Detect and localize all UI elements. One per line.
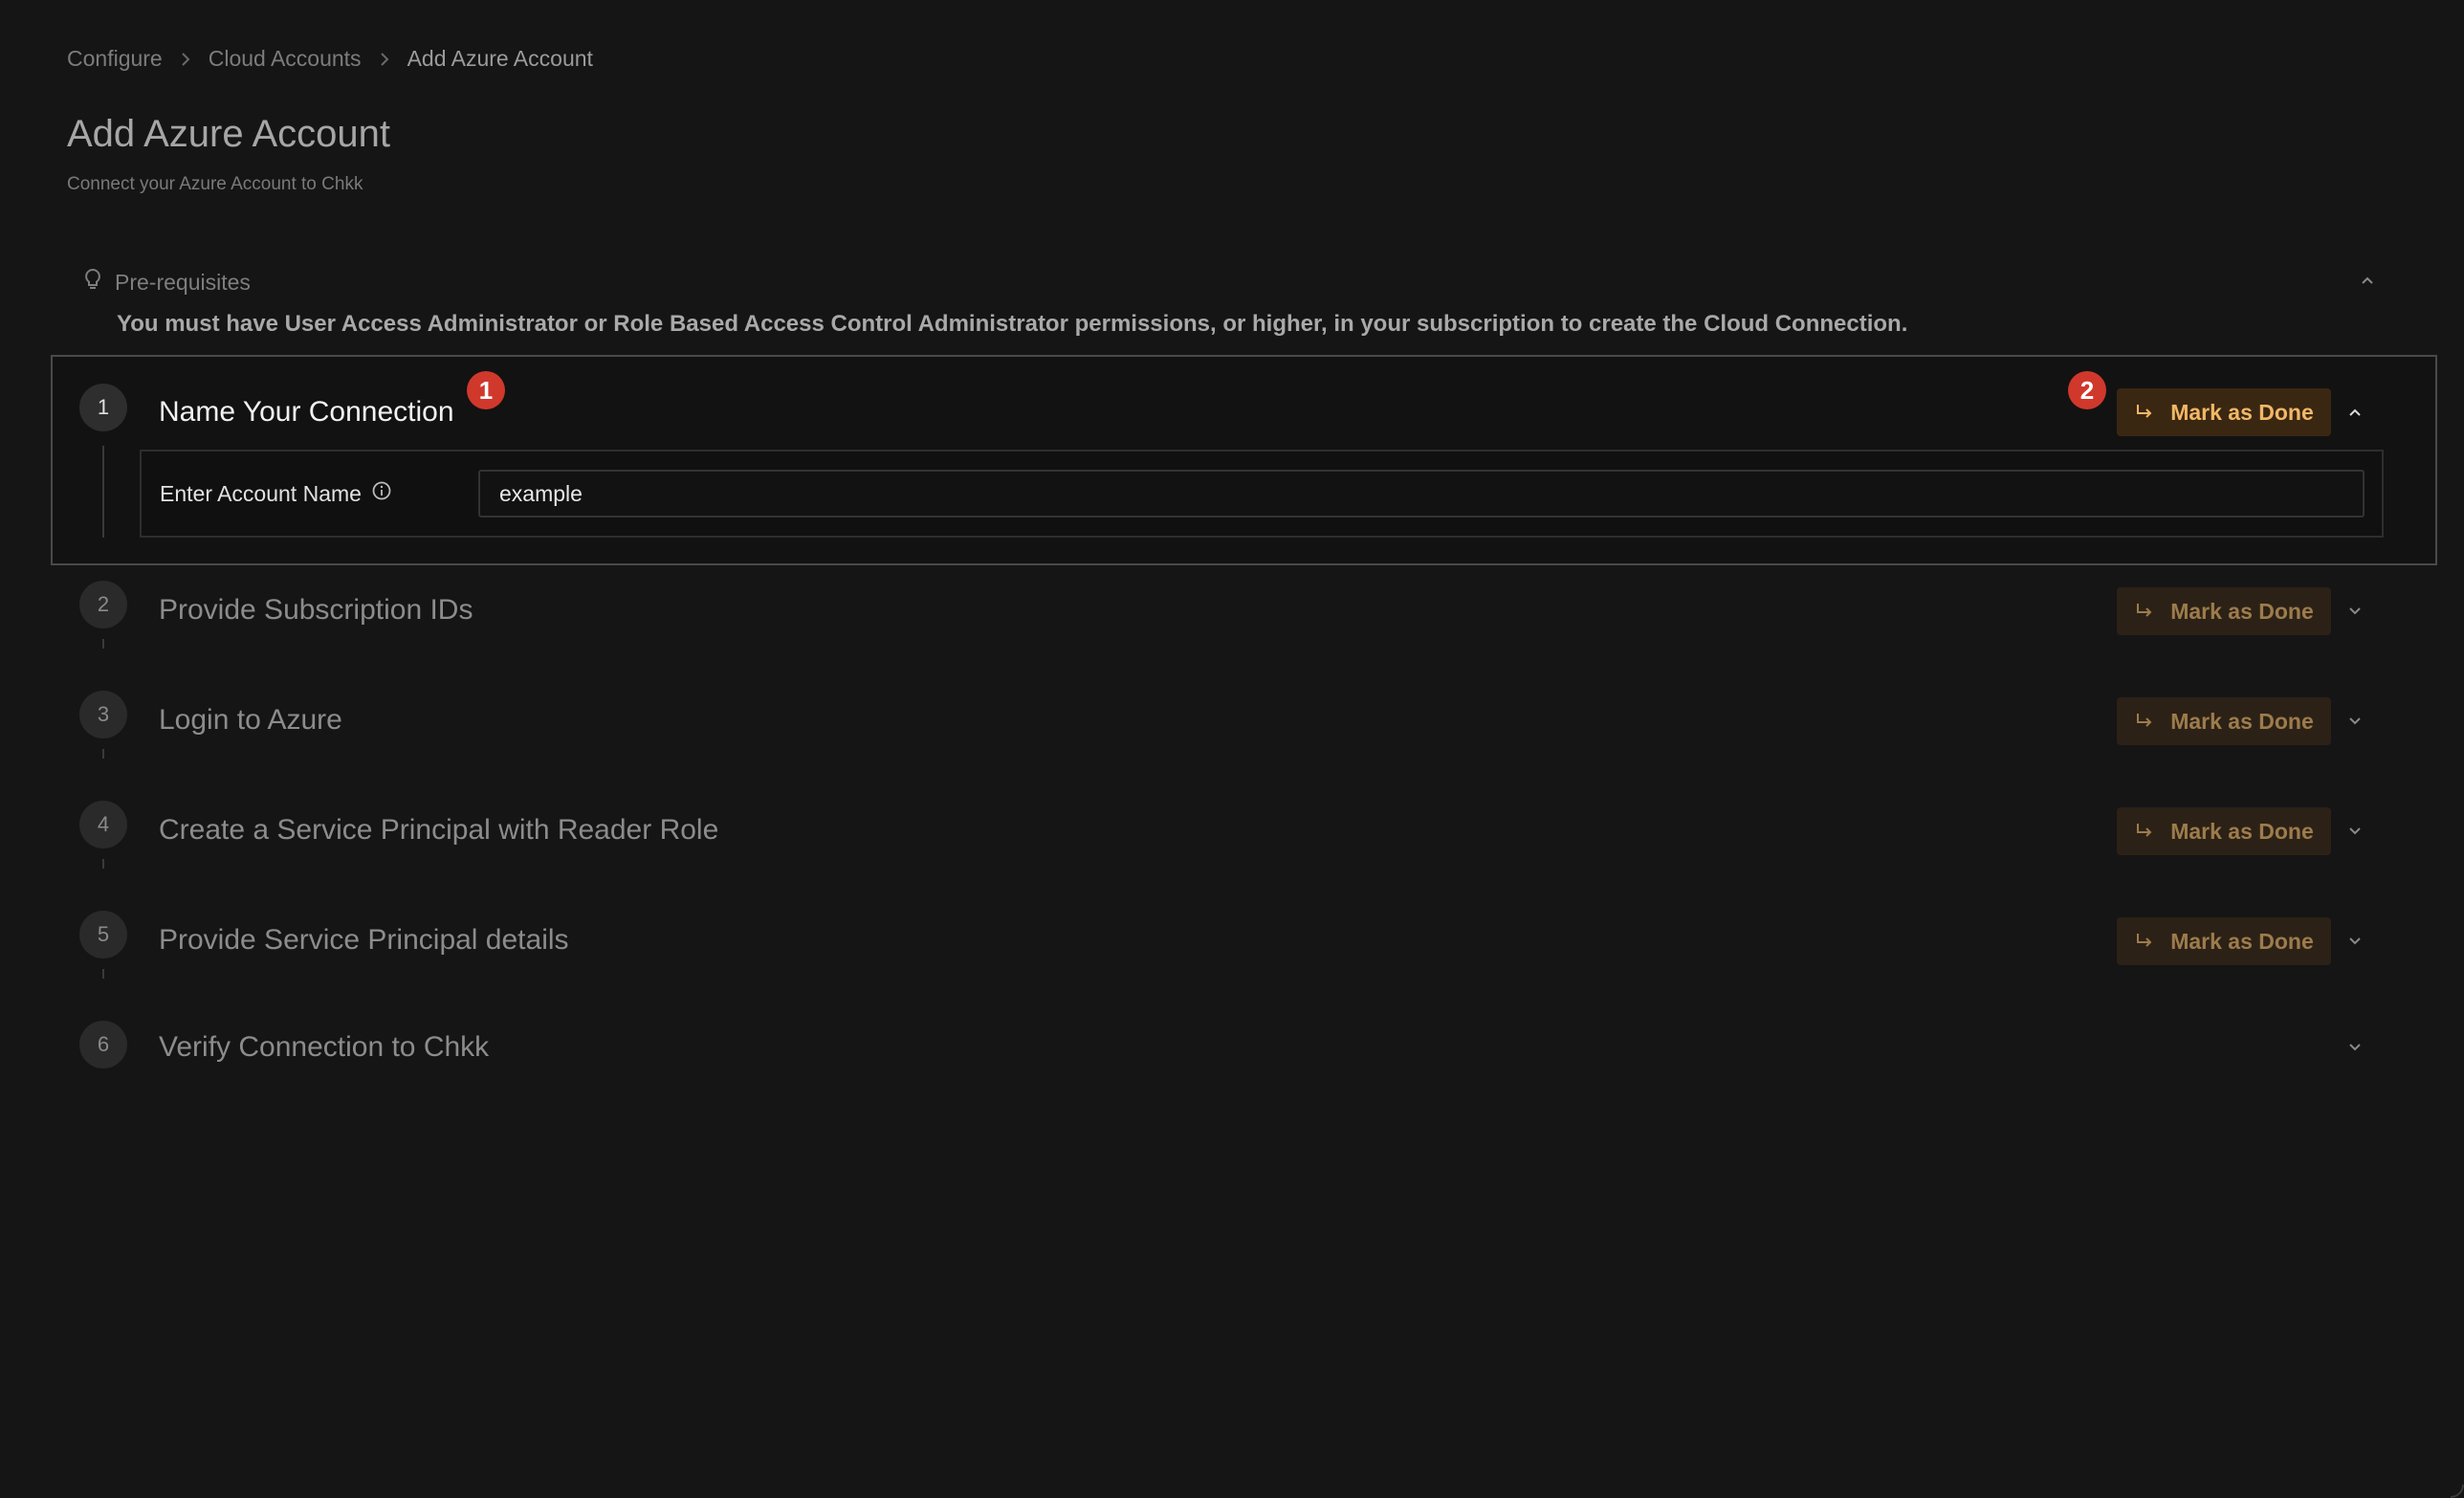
step-6-title[interactable]: Verify Connection to Chkk	[159, 1031, 489, 1064]
step-1-mark-done-button[interactable]: Mark as Done	[2117, 388, 2331, 436]
step-connector	[102, 639, 104, 649]
step-2-title[interactable]: Provide Subscription IDs	[159, 594, 473, 627]
step-1-title[interactable]: Name Your Connection	[159, 396, 454, 429]
step-3-title[interactable]: Login to Azure	[159, 704, 342, 737]
mark-done-label: Mark as Done	[2170, 708, 2314, 734]
corner-down-right-icon	[2137, 714, 2152, 727]
prerequisites-header[interactable]: Pre-requisites	[84, 268, 251, 297]
chevron-down-icon[interactable]	[2341, 707, 2369, 736]
breadcrumb: Configure Cloud Accounts Add Azure Accou…	[67, 46, 593, 72]
prerequisites-label: Pre-requisites	[115, 269, 251, 295]
chevron-up-icon[interactable]	[2353, 266, 2382, 295]
step-2-mark-done-button[interactable]: Mark as Done	[2117, 587, 2331, 635]
account-name-label: Enter Account Name	[160, 480, 392, 507]
step-connector	[102, 446, 104, 538]
annotation-badge-2: 2	[2068, 371, 2106, 409]
lightbulb-icon	[84, 268, 101, 297]
prerequisites-text: You must have User Access Administrator …	[117, 311, 1908, 337]
mark-done-label: Mark as Done	[2170, 399, 2314, 425]
step-connector	[102, 749, 104, 759]
step-3-mark-done-button[interactable]: Mark as Done	[2117, 697, 2331, 745]
step-5-number: 5	[79, 911, 127, 958]
annotation-badge-1: 1	[467, 371, 505, 409]
breadcrumb-current: Add Azure Account	[407, 46, 593, 71]
step-2-number: 2	[79, 581, 127, 628]
page-subtitle: Connect your Azure Account to Chkk	[67, 174, 363, 194]
corner-down-right-icon	[2137, 604, 2152, 617]
step-connector	[102, 859, 104, 869]
step-connector	[102, 969, 104, 979]
chevron-down-icon[interactable]	[2341, 927, 2369, 956]
window-corner	[2451, 1485, 2464, 1498]
chevron-down-icon[interactable]	[2341, 597, 2369, 626]
chevron-right-icon	[362, 50, 407, 69]
page-title: Add Azure Account	[67, 113, 391, 155]
info-icon[interactable]	[371, 480, 392, 507]
step-5-title[interactable]: Provide Service Principal details	[159, 924, 569, 957]
corner-down-right-icon	[2137, 934, 2152, 947]
breadcrumb-configure[interactable]: Configure	[67, 46, 163, 72]
step-4-mark-done-button[interactable]: Mark as Done	[2117, 807, 2331, 855]
step-4-number: 4	[79, 801, 127, 848]
mark-done-label: Mark as Done	[2170, 598, 2314, 624]
account-name-label-text: Enter Account Name	[160, 480, 362, 506]
mark-done-label: Mark as Done	[2170, 818, 2314, 844]
corner-down-right-icon	[2137, 405, 2152, 418]
step-5-mark-done-button[interactable]: Mark as Done	[2117, 917, 2331, 965]
step-3-number: 3	[79, 691, 127, 738]
chevron-down-icon[interactable]	[2341, 1033, 2369, 1062]
account-name-input[interactable]	[478, 470, 2365, 518]
step-6-number: 6	[79, 1021, 127, 1068]
chevron-right-icon	[163, 50, 209, 69]
page: Configure Cloud Accounts Add Azure Accou…	[0, 0, 2464, 1498]
chevron-up-icon[interactable]	[2341, 398, 2369, 427]
corner-down-right-icon	[2137, 824, 2152, 837]
breadcrumb-cloud-accounts[interactable]: Cloud Accounts	[209, 46, 362, 72]
chevron-down-icon[interactable]	[2341, 817, 2369, 846]
step-4-title[interactable]: Create a Service Principal with Reader R…	[159, 814, 718, 847]
mark-done-label: Mark as Done	[2170, 928, 2314, 954]
step-1-number: 1	[79, 384, 127, 431]
